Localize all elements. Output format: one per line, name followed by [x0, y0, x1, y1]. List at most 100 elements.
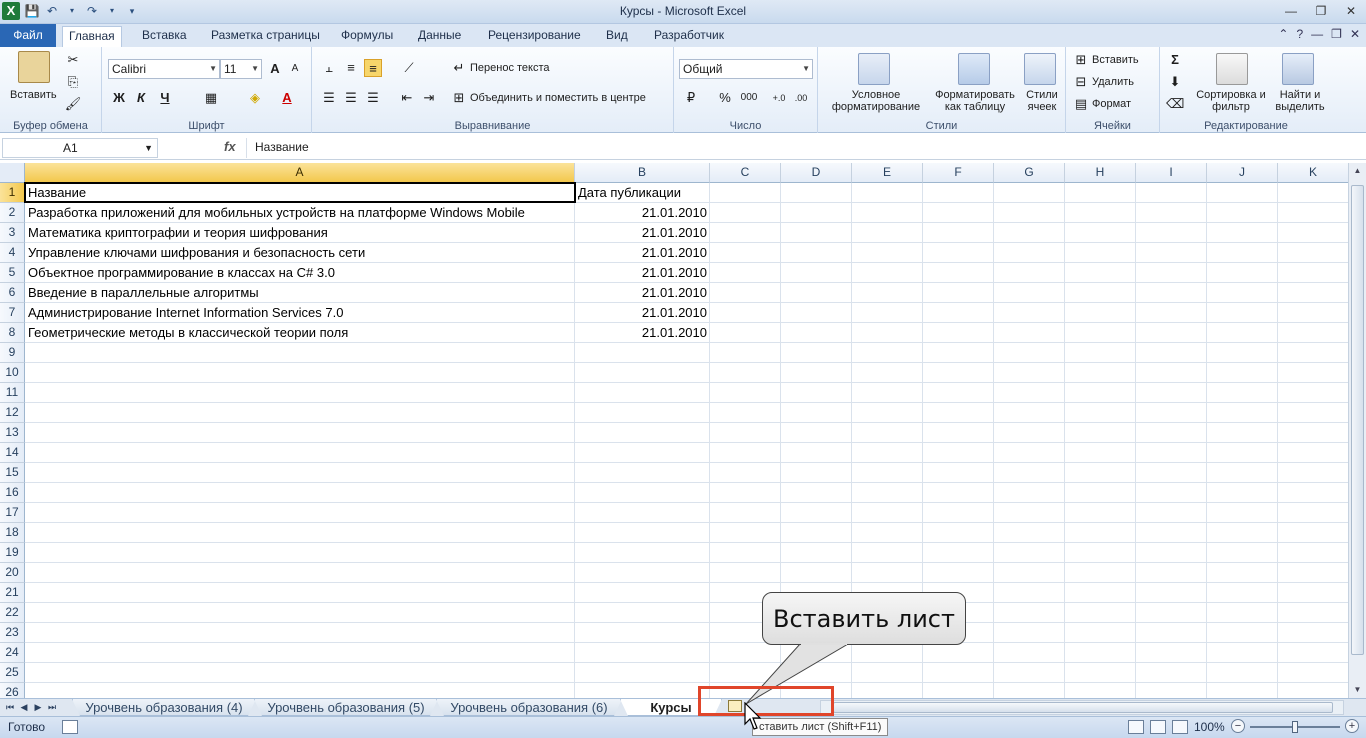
fill-color-icon[interactable]: ◈ — [246, 89, 264, 107]
table-cell[interactable]: 21.01.2010 — [575, 283, 710, 303]
normal-view-icon[interactable] — [1128, 720, 1144, 734]
page-break-view-icon[interactable] — [1172, 720, 1188, 734]
clear-icon[interactable]: ⌫ — [1166, 95, 1184, 113]
grow-font-button[interactable]: A — [266, 60, 284, 78]
sheet-tab[interactable]: Урочвень образования (4) — [72, 699, 256, 716]
column-header[interactable]: I — [1136, 163, 1207, 183]
horizontal-scroll-thumb[interactable] — [833, 702, 1333, 713]
tab-formulas[interactable]: Формулы — [335, 26, 399, 47]
format-cells-button[interactable]: Формат — [1092, 98, 1131, 110]
workbook-minimize-icon[interactable]: — — [1311, 27, 1323, 41]
shrink-font-button[interactable]: A — [286, 60, 304, 78]
italic-button[interactable]: К — [132, 89, 150, 107]
percent-button[interactable]: % — [716, 89, 734, 107]
row-header[interactable]: 21 — [0, 583, 25, 603]
name-box[interactable]: A1 ▼ — [2, 138, 158, 158]
zoom-level[interactable]: 100% — [1194, 720, 1225, 734]
prev-sheet-icon[interactable]: ◀ — [18, 700, 30, 715]
table-cell[interactable]: Администрирование Internet Information S… — [25, 303, 575, 323]
paste-button[interactable]: Вставить — [10, 89, 57, 101]
font-color-icon[interactable]: A — [278, 89, 296, 107]
row-header[interactable]: 1 — [0, 183, 25, 203]
row-header[interactable]: 19 — [0, 543, 25, 563]
row-header[interactable]: 13 — [0, 423, 25, 443]
column-header[interactable]: G — [994, 163, 1065, 183]
orientation-icon[interactable]: ⟋ — [400, 59, 418, 77]
minimize-icon[interactable]: — — [1276, 0, 1306, 22]
macro-record-icon[interactable] — [62, 720, 78, 734]
row-header[interactable]: 20 — [0, 563, 25, 583]
tab-home[interactable]: Главная — [62, 26, 122, 48]
workbook-restore-icon[interactable]: ❐ — [1331, 27, 1342, 41]
table-cell[interactable]: Разработка приложений для мобильных устр… — [25, 203, 575, 223]
paste-icon[interactable] — [18, 51, 50, 83]
align-left-icon[interactable]: ☰ — [320, 89, 338, 107]
column-header[interactable]: C — [710, 163, 781, 183]
table-cell[interactable]: 21.01.2010 — [575, 223, 710, 243]
help-icon[interactable]: ? — [1296, 27, 1303, 41]
minimize-ribbon-icon[interactable]: ⌃ — [1278, 27, 1288, 41]
row-header[interactable]: 23 — [0, 623, 25, 643]
format-as-table-button[interactable]: Форматировать как таблицу — [930, 89, 1020, 113]
row-header[interactable]: 26 — [0, 683, 25, 698]
conditional-formatting-button[interactable]: Условное форматирование — [824, 89, 928, 113]
decrease-decimal-icon[interactable]: .00 — [792, 89, 810, 107]
worksheet-grid[interactable]: A B C D E F G H I J K 1 2 3 4 5 6 7 8 9 10 11 12 13 14 15 16 17 18 19… — [0, 163, 1348, 698]
currency-icon[interactable]: ₽ — [682, 89, 700, 107]
select-all-corner[interactable] — [0, 163, 25, 183]
wrap-text-icon[interactable]: ↵ — [450, 59, 468, 77]
row-header[interactable]: 5 — [0, 263, 25, 283]
delete-cells-icon[interactable]: ⊟ — [1072, 73, 1090, 91]
column-header[interactable]: D — [781, 163, 852, 183]
column-header[interactable]: J — [1207, 163, 1278, 183]
autosum-button[interactable]: Σ — [1166, 51, 1184, 69]
fill-icon[interactable]: ⬇ — [1166, 73, 1184, 91]
zoom-in-icon[interactable]: + — [1345, 719, 1359, 733]
column-header[interactable]: B — [575, 163, 710, 183]
bold-button[interactable]: Ж — [110, 89, 128, 107]
number-format-combo[interactable]: Общий ▼ — [679, 59, 813, 79]
table-cell[interactable]: Математика криптографии и теория шифрова… — [25, 223, 575, 243]
column-header[interactable]: E — [852, 163, 923, 183]
insert-cells-icon[interactable]: ⊞ — [1072, 51, 1090, 69]
scroll-up-icon[interactable]: ▲ — [1349, 163, 1366, 179]
restore-icon[interactable]: ❐ — [1306, 0, 1336, 22]
row-header[interactable]: 10 — [0, 363, 25, 383]
next-sheet-icon[interactable]: ▶ — [32, 700, 44, 715]
font-size-combo[interactable]: 11 ▼ — [220, 59, 262, 79]
row-header[interactable]: 17 — [0, 503, 25, 523]
row-header[interactable]: 24 — [0, 643, 25, 663]
cell-styles-icon[interactable] — [1024, 53, 1056, 85]
sort-filter-icon[interactable] — [1216, 53, 1248, 85]
row-header[interactable]: 3 — [0, 223, 25, 243]
align-right-icon[interactable]: ☰ — [364, 89, 382, 107]
table-cell[interactable]: 21.01.2010 — [575, 323, 710, 343]
conditional-formatting-icon[interactable] — [858, 53, 890, 85]
increase-decimal-icon[interactable]: +.0 — [770, 89, 788, 107]
table-cell[interactable]: Дата публикации — [575, 183, 710, 203]
tab-developer[interactable]: Разработчик — [648, 26, 730, 47]
vertical-scrollbar[interactable]: ▲ ▼ — [1348, 163, 1366, 698]
workbook-close-icon[interactable]: ✕ — [1350, 27, 1360, 41]
table-cell[interactable]: 21.01.2010 — [575, 203, 710, 223]
tab-view[interactable]: Вид — [600, 26, 634, 47]
scroll-down-icon[interactable]: ▼ — [1349, 682, 1366, 698]
row-header[interactable]: 2 — [0, 203, 25, 223]
decrease-indent-icon[interactable]: ⇤ — [398, 89, 416, 107]
format-as-table-icon[interactable] — [958, 53, 990, 85]
column-header[interactable]: F — [923, 163, 994, 183]
row-header[interactable]: 12 — [0, 403, 25, 423]
cell-styles-button[interactable]: Стили ячеек — [1020, 89, 1064, 113]
row-header[interactable]: 11 — [0, 383, 25, 403]
formula-input[interactable]: Название — [246, 138, 1350, 158]
row-header[interactable]: 7 — [0, 303, 25, 323]
insert-function-icon[interactable]: fx — [224, 139, 236, 154]
column-header[interactable]: K — [1278, 163, 1348, 183]
tab-review[interactable]: Рецензирование — [482, 26, 587, 47]
delete-cells-button[interactable]: Удалить — [1092, 76, 1134, 88]
find-select-icon[interactable] — [1282, 53, 1314, 85]
row-header[interactable]: 16 — [0, 483, 25, 503]
tab-insert[interactable]: Вставка — [136, 26, 193, 47]
copy-icon[interactable]: ⎘ — [64, 73, 82, 91]
row-header[interactable]: 9 — [0, 343, 25, 363]
